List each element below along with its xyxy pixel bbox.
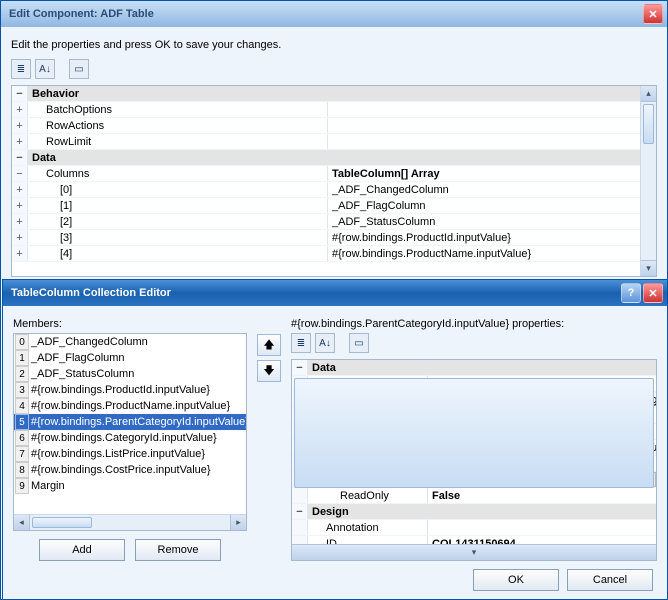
list-item[interactable]: 1_ADF_FlagColumn: [14, 350, 246, 366]
expand-icon[interactable]: +: [12, 102, 28, 117]
collapse-icon[interactable]: −: [12, 150, 28, 165]
move-up-button[interactable]: 🡅: [257, 334, 281, 356]
ok-button[interactable]: OK: [473, 569, 559, 591]
scroll-up-icon[interactable]: ▴: [641, 86, 656, 102]
cancel-button[interactable]: Cancel: [567, 569, 653, 591]
prop-rowactions[interactable]: RowActions: [28, 118, 328, 133]
vertical-scrollbar[interactable]: ▴ ▾: [292, 552, 656, 561]
prop-batchoptions[interactable]: BatchOptions: [28, 102, 328, 117]
remove-button[interactable]: Remove: [135, 539, 221, 561]
horizontal-scrollbar[interactable]: ◂ ▸: [14, 514, 246, 530]
property-pages-icon[interactable]: ▭: [69, 59, 89, 79]
collapse-icon[interactable]: −: [292, 504, 308, 519]
collapse-icon[interactable]: −: [292, 360, 308, 375]
expand-icon[interactable]: +: [12, 198, 28, 213]
collapse-icon[interactable]: −: [12, 86, 28, 101]
list-item[interactable]: 8#{row.bindings.CostPrice.inputValue}: [14, 462, 246, 478]
dialog2-title: TableColumn Collection Editor: [11, 287, 619, 299]
members-label: Members:: [13, 318, 247, 330]
scroll-thumb[interactable]: [32, 517, 92, 528]
help-icon[interactable]: ?: [621, 283, 641, 303]
categorized-icon[interactable]: ≣: [291, 333, 311, 353]
close-icon[interactable]: ✕: [643, 283, 663, 303]
close-icon[interactable]: ✕: [643, 4, 663, 24]
category-data: Data: [28, 150, 328, 165]
dialog1-instruction: Edit the properties and press OK to save…: [11, 39, 657, 51]
prop-annotation[interactable]: Annotation: [308, 520, 428, 535]
dialog1-title: Edit Component: ADF Table: [9, 8, 641, 20]
move-down-button[interactable]: 🡇: [257, 360, 281, 382]
expand-icon[interactable]: +: [12, 134, 28, 149]
scroll-down-icon[interactable]: ▾: [641, 260, 656, 276]
expand-icon[interactable]: +: [12, 182, 28, 197]
list-item[interactable]: 5#{row.bindings.ParentCategoryId.inputVa…: [14, 414, 246, 430]
categorized-icon[interactable]: ≣: [11, 59, 31, 79]
prop-col-0[interactable]: [0]: [28, 182, 328, 197]
add-button[interactable]: Add: [39, 539, 125, 561]
expand-icon[interactable]: +: [12, 230, 28, 245]
list-item[interactable]: 0_ADF_ChangedColumn: [14, 334, 246, 350]
property-grid-toolbar: ≣ A↓ ▭: [11, 59, 657, 79]
expand-icon[interactable]: +: [12, 214, 28, 229]
prop-col-3[interactable]: [3]: [28, 230, 328, 245]
list-item[interactable]: 6#{row.bindings.CategoryId.inputValue}: [14, 430, 246, 446]
scroll-left-icon[interactable]: ◂: [14, 515, 30, 530]
category-design: Design: [308, 504, 428, 519]
scroll-right-icon[interactable]: ▸: [230, 515, 246, 530]
list-item[interactable]: 3#{row.bindings.ProductId.inputValue}: [14, 382, 246, 398]
collapse-icon[interactable]: −: [12, 166, 28, 181]
expand-icon[interactable]: +: [12, 246, 28, 261]
collection-editor-dialog: TableColumn Collection Editor ? ✕ Member…: [2, 279, 668, 600]
property-pages-icon[interactable]: ▭: [349, 333, 369, 353]
members-listbox[interactable]: 0_ADF_ChangedColumn1_ADF_FlagColumn2_ADF…: [13, 333, 247, 531]
sort-alpha-icon[interactable]: A↓: [315, 333, 335, 353]
prop-col-2[interactable]: [2]: [28, 214, 328, 229]
sort-alpha-icon[interactable]: A↓: [35, 59, 55, 79]
prop-readonly[interactable]: ReadOnly: [308, 488, 428, 503]
prop-columns[interactable]: Columns: [28, 166, 328, 181]
property-grid-2[interactable]: −Data DynamicColumnFalse HeaderLabel#{bi…: [291, 359, 657, 561]
category-data: Data: [308, 360, 428, 375]
prop-col-4[interactable]: [4]: [28, 246, 328, 261]
prop-rowlimit[interactable]: RowLimit: [28, 134, 328, 149]
scroll-thumb[interactable]: [643, 104, 654, 144]
list-item[interactable]: 7#{row.bindings.ListPrice.inputValue}: [14, 446, 246, 462]
properties-label: #{row.bindings.ParentCategoryId.inputVal…: [291, 318, 657, 330]
property-grid-toolbar-2: ≣ A↓ ▭: [291, 333, 657, 353]
list-item[interactable]: 9Margin: [14, 478, 246, 494]
scroll-down-icon[interactable]: ▾: [292, 544, 656, 560]
category-behavior: Behavior: [28, 86, 328, 101]
prop-col-1[interactable]: [1]: [28, 198, 328, 213]
list-item[interactable]: 4#{row.bindings.ProductName.inputValue}: [14, 398, 246, 414]
scroll-thumb[interactable]: [294, 378, 654, 488]
property-grid-1[interactable]: − Behavior +BatchOptions +RowActions +Ro…: [11, 85, 657, 277]
prop-columns-value[interactable]: TableColumn[] Array: [328, 166, 656, 181]
expand-icon[interactable]: +: [12, 118, 28, 133]
list-item[interactable]: 2_ADF_StatusColumn: [14, 366, 246, 382]
vertical-scrollbar[interactable]: ▴ ▾: [640, 86, 656, 276]
dialog2-titlebar[interactable]: TableColumn Collection Editor ? ✕: [3, 280, 667, 306]
dialog1-titlebar[interactable]: Edit Component: ADF Table ✕: [1, 1, 667, 27]
